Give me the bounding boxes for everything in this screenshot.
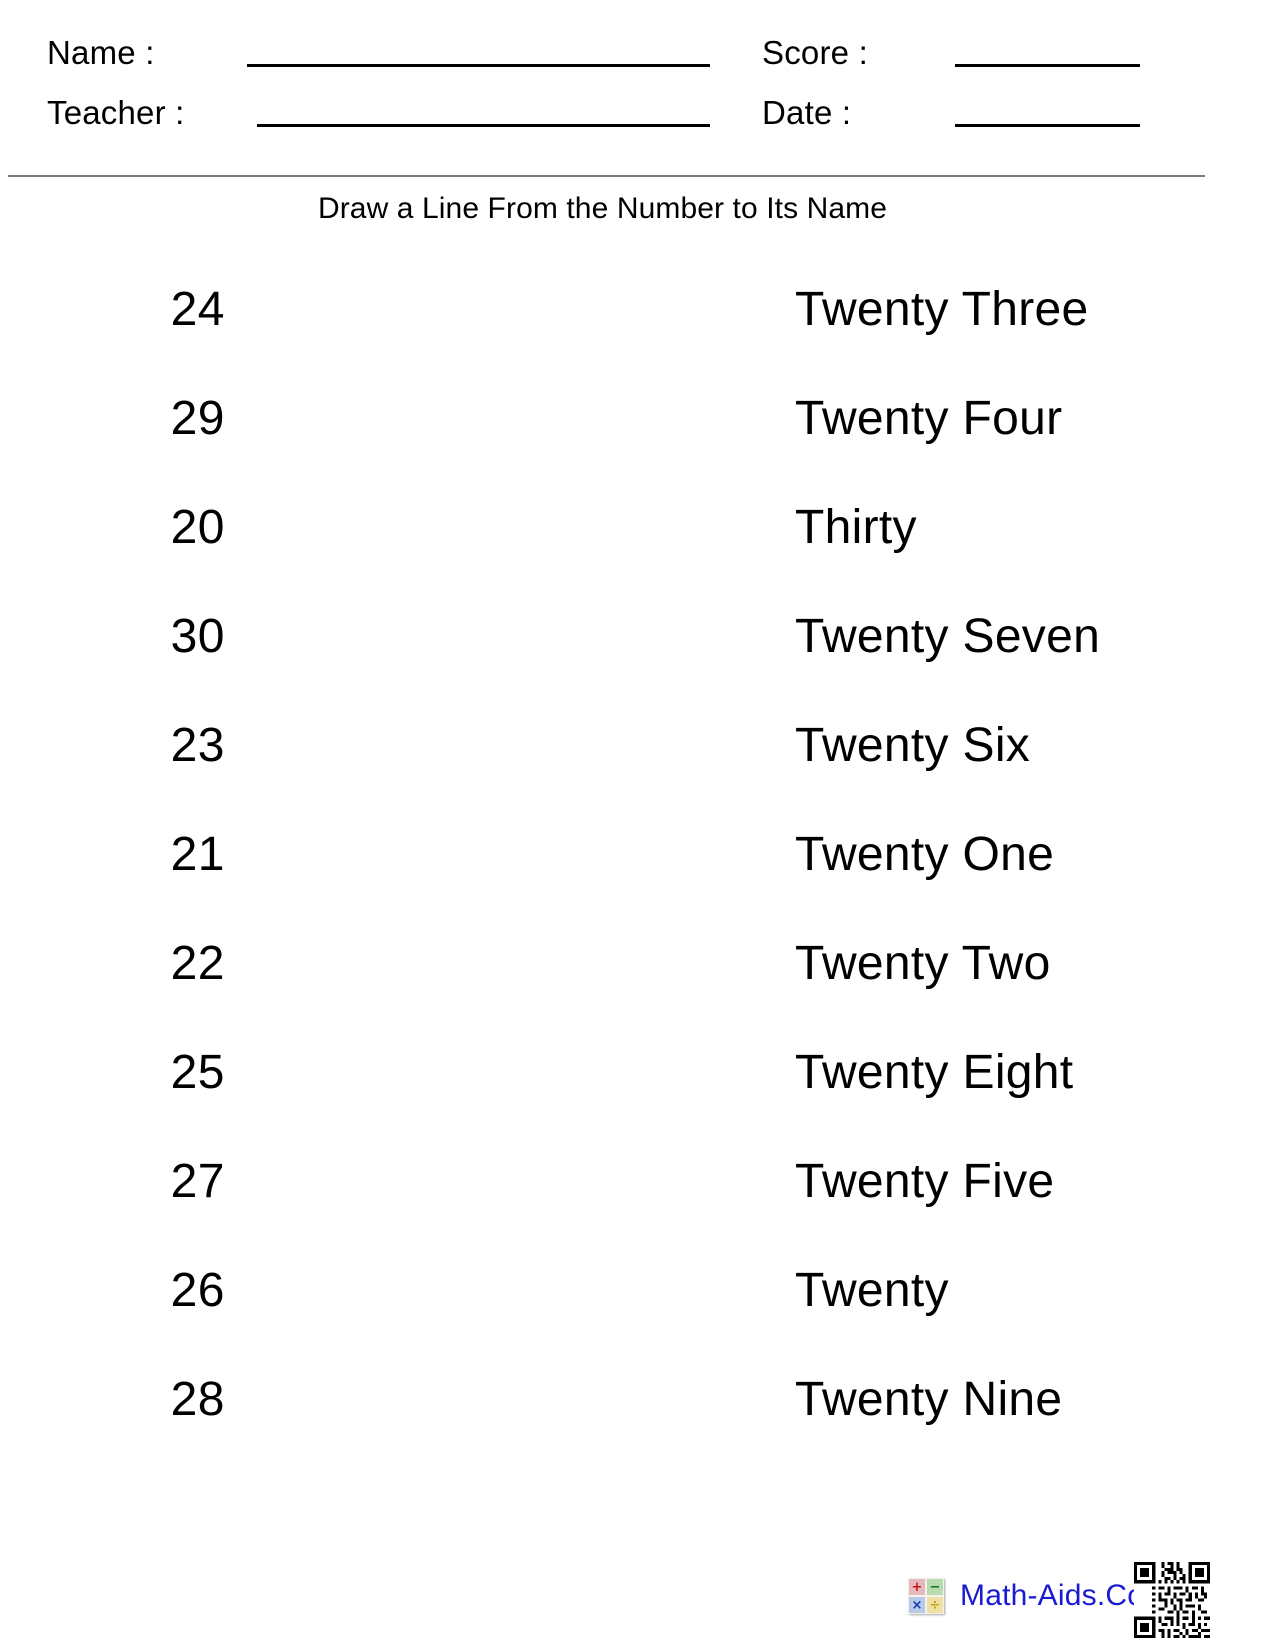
match-row: 20 Thirty xyxy=(0,501,1275,610)
match-name[interactable]: Twenty One xyxy=(795,828,1054,882)
match-name[interactable]: Twenty xyxy=(795,1264,949,1318)
match-number[interactable]: 28 xyxy=(0,1373,225,1427)
name-field-input[interactable] xyxy=(247,64,710,67)
match-number[interactable]: 21 xyxy=(0,828,225,882)
match-name[interactable]: Twenty Seven xyxy=(795,610,1100,664)
match-name[interactable]: Twenty Five xyxy=(795,1155,1054,1209)
plus-icon: + xyxy=(909,1579,925,1595)
date-field-label: Date : xyxy=(762,94,852,131)
match-name[interactable]: Twenty Four xyxy=(795,392,1062,446)
name-field-label: Name : xyxy=(47,34,155,71)
math-aids-brand[interactable]: + − × ÷ Math-Aids.Com xyxy=(908,1578,1169,1614)
match-row: 26 Twenty xyxy=(0,1264,1275,1373)
score-field-input[interactable] xyxy=(955,64,1140,67)
header-divider xyxy=(8,175,1205,177)
match-number[interactable]: 20 xyxy=(0,501,225,555)
match-row: 21 Twenty One xyxy=(0,828,1275,937)
match-name[interactable]: Twenty Eight xyxy=(795,1046,1073,1100)
worksheet-footer: + − × ÷ Math-Aids.Com xyxy=(0,1562,1275,1650)
match-number[interactable]: 22 xyxy=(0,937,225,991)
match-row: 30 Twenty Seven xyxy=(0,610,1275,719)
match-row: 29 Twenty Four xyxy=(0,392,1275,501)
match-row: 25 Twenty Eight xyxy=(0,1046,1275,1155)
match-row: 23 Twenty Six xyxy=(0,719,1275,828)
worksheet-page: Name : Teacher : Score : Date : Draw a L… xyxy=(0,0,1275,1650)
teacher-field-label: Teacher : xyxy=(47,94,185,131)
match-number[interactable]: 29 xyxy=(0,392,225,446)
worksheet-title: Draw a Line From the Number to Its Name xyxy=(317,192,888,225)
minus-icon: − xyxy=(927,1579,943,1595)
math-aids-logo-icon: + − × ÷ xyxy=(908,1578,944,1614)
score-field-label: Score : xyxy=(762,34,868,71)
match-number[interactable]: 23 xyxy=(0,719,225,773)
divide-icon: ÷ xyxy=(927,1597,943,1613)
match-name[interactable]: Thirty xyxy=(795,501,917,555)
match-number[interactable]: 30 xyxy=(0,610,225,664)
match-number[interactable]: 26 xyxy=(0,1264,225,1318)
match-name[interactable]: Twenty Three xyxy=(795,283,1089,337)
match-name[interactable]: Twenty Six xyxy=(795,719,1030,773)
times-icon: × xyxy=(909,1597,925,1613)
match-number[interactable]: 27 xyxy=(0,1155,225,1209)
match-name[interactable]: Twenty Two xyxy=(795,937,1051,991)
match-row: 27 Twenty Five xyxy=(0,1155,1275,1264)
date-field-input[interactable] xyxy=(955,124,1140,127)
match-row: 24 Twenty Three xyxy=(0,283,1275,392)
teacher-field-input[interactable] xyxy=(257,124,710,127)
match-row: 22 Twenty Two xyxy=(0,937,1275,1046)
match-number[interactable]: 24 xyxy=(0,283,225,337)
qr-code-icon xyxy=(1134,1562,1210,1638)
match-number[interactable]: 25 xyxy=(0,1046,225,1100)
worksheet-header: Name : Teacher : Score : Date : xyxy=(0,0,1275,178)
match-name[interactable]: Twenty Nine xyxy=(795,1373,1062,1427)
match-row: 28 Twenty Nine xyxy=(0,1373,1275,1482)
matching-exercise-list: 24 Twenty Three 29 Twenty Four 20 Thirty… xyxy=(0,283,1275,1482)
